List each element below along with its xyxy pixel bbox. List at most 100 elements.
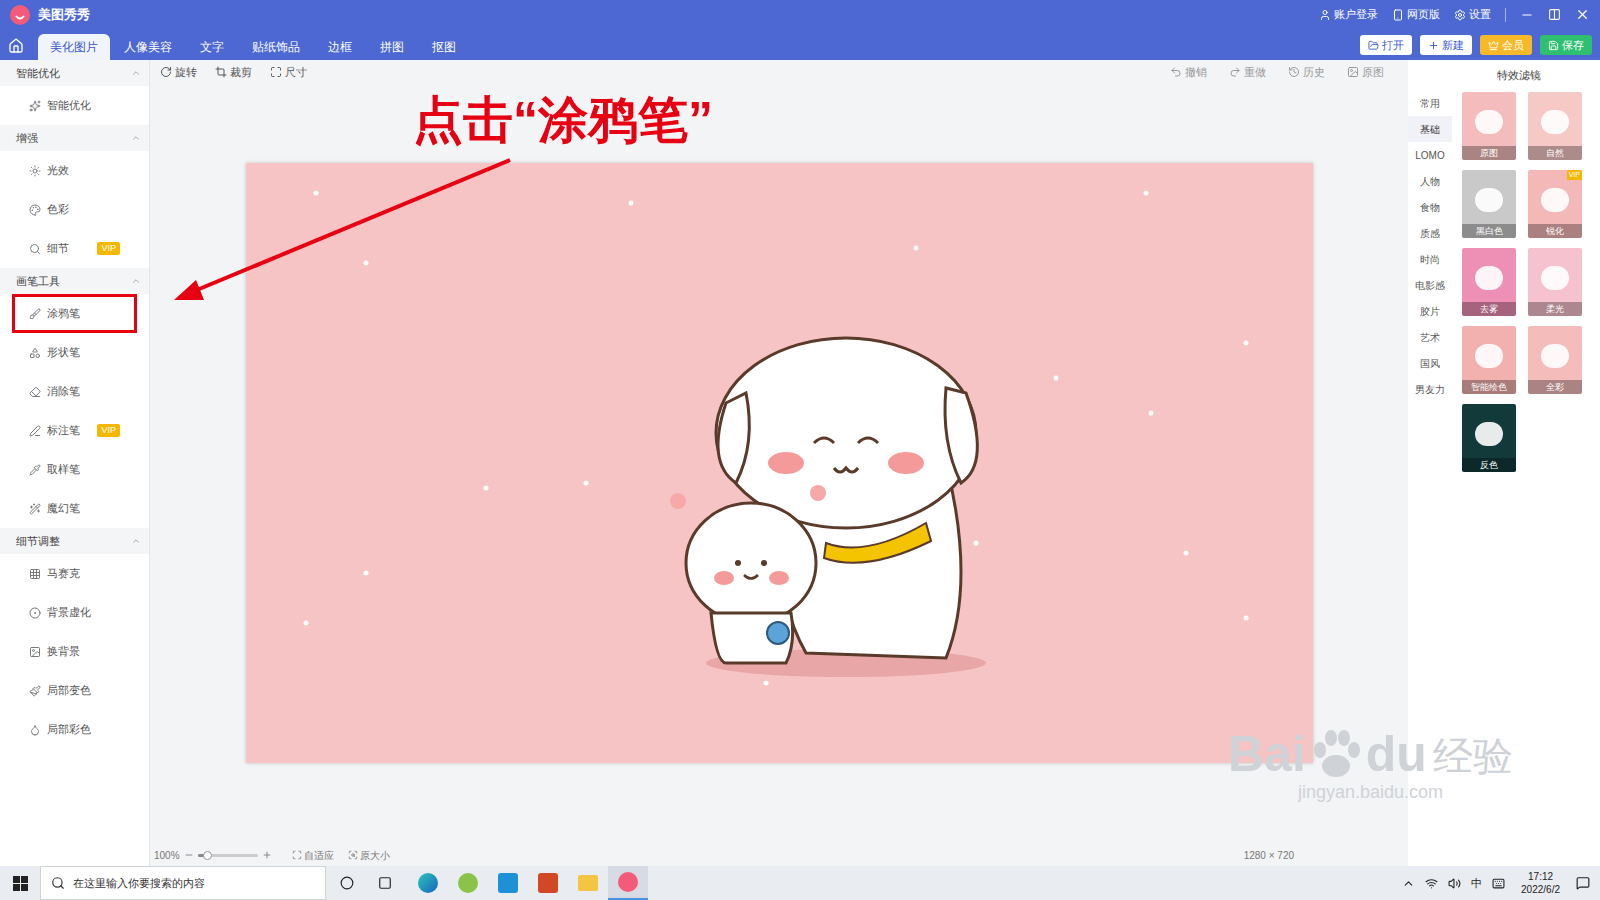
sidebar-item[interactable]: 智能优化	[12, 86, 137, 125]
sidebar-item[interactable]: 标注笔VIP	[12, 411, 137, 450]
sidebar-item[interactable]: 局部变色	[12, 671, 137, 710]
title-link[interactable]: 账户登录	[1319, 6, 1378, 23]
sidebar-item[interactable]: 局部彩色	[12, 710, 137, 749]
sidebar-section: 增强光效色彩细节VIP	[0, 125, 149, 268]
section-header[interactable]: 细节调整	[0, 528, 149, 554]
sidebar-item[interactable]: 消除笔	[12, 372, 137, 411]
actual-size-button[interactable]: 原大小	[348, 848, 390, 863]
filter-thumbnail[interactable]: 原图	[1462, 92, 1516, 160]
action-icon	[1368, 40, 1379, 51]
toolbar-button[interactable]: 尺寸	[270, 64, 307, 81]
sidebar-item[interactable]: 细节VIP	[12, 229, 137, 268]
filter-category[interactable]: 男友力	[1408, 376, 1452, 402]
main-tab[interactable]: 边框	[314, 34, 366, 60]
meitu-app-icon[interactable]	[608, 866, 648, 900]
sidebar-item[interactable]: 马赛克	[12, 554, 137, 593]
folder-app-icon[interactable]	[578, 875, 598, 891]
toolbar-button[interactable]: 重做	[1229, 64, 1266, 81]
sidebar-item[interactable]: 换背景	[12, 632, 137, 671]
powerpoint-app-icon[interactable]	[538, 873, 558, 893]
clock[interactable]: 17:122022/6/2	[1515, 870, 1566, 896]
zoom-out-icon[interactable]	[184, 850, 194, 860]
network-icon[interactable]	[1425, 877, 1438, 890]
sidebar-item[interactable]: 背景虚化	[12, 593, 137, 632]
sidebar-item[interactable]: 魔幻笔	[12, 489, 137, 528]
filter-thumbnail[interactable]: 黑白色	[1462, 170, 1516, 238]
sidebar-item[interactable]: 涂鸦笔	[12, 294, 137, 333]
store-app-icon[interactable]	[498, 873, 518, 893]
action-button[interactable]: 保存	[1540, 35, 1592, 55]
toolbar-icon	[215, 66, 227, 78]
filter-thumbnail[interactable]: 全彩	[1528, 326, 1582, 394]
sidebar-item[interactable]: 光效	[12, 151, 137, 190]
toolbar-icon	[1288, 66, 1300, 78]
toolbar-button[interactable]: 撤销	[1170, 64, 1207, 81]
main-tab[interactable]: 人像美容	[110, 34, 186, 60]
filter-label: 反色	[1462, 458, 1516, 472]
main-tab[interactable]: 美化图片	[38, 34, 110, 60]
filter-category[interactable]: LOMO	[1408, 142, 1452, 168]
filter-category[interactable]: 时尚	[1408, 246, 1452, 272]
canvas-area	[150, 84, 1408, 844]
toolbar-button[interactable]: 裁剪	[215, 64, 252, 81]
toolbar-button[interactable]: 旋转	[160, 64, 197, 81]
taskbar-search[interactable]: 在这里输入你要搜索的内容	[40, 866, 326, 900]
filter-thumbnail[interactable]: 锐化VIP	[1528, 170, 1582, 238]
toolbar-button[interactable]: 原图	[1347, 64, 1384, 81]
main-tab[interactable]: 拼图	[366, 34, 418, 60]
close-icon[interactable]	[1575, 7, 1590, 22]
cortana-icon[interactable]	[340, 876, 354, 890]
sidebar-item[interactable]: 形状笔	[12, 333, 137, 372]
action-button[interactable]: 会员	[1480, 35, 1532, 55]
section-header[interactable]: 画笔工具	[0, 268, 149, 294]
home-tab[interactable]	[8, 38, 24, 54]
toolbar-icon	[270, 66, 282, 78]
filter-category[interactable]: 质感	[1408, 220, 1452, 246]
zoom-in-icon[interactable]	[262, 850, 272, 860]
minimize-icon[interactable]	[1520, 8, 1534, 22]
filter-thumbnail[interactable]: 去雾	[1462, 248, 1516, 316]
restore-icon[interactable]	[1548, 8, 1561, 21]
filter-thumbnail[interactable]: 自然	[1528, 92, 1582, 160]
zoom-slider[interactable]	[198, 854, 258, 857]
tray-expand-icon[interactable]	[1402, 877, 1415, 890]
start-button[interactable]	[0, 866, 40, 900]
filter-category[interactable]: 电影感	[1408, 272, 1452, 298]
sidebar-item[interactable]: 取样笔	[12, 450, 137, 489]
ime-indicator[interactable]: 中	[1471, 875, 1482, 892]
app-icon[interactable]	[458, 873, 478, 893]
filter-category[interactable]: 食物	[1408, 194, 1452, 220]
filter-thumbnail[interactable]: 反色	[1462, 404, 1516, 472]
filter-category[interactable]: 胶片	[1408, 298, 1452, 324]
filter-category[interactable]: 基础	[1408, 116, 1452, 142]
filter-thumbnail[interactable]: 智能绘色	[1462, 326, 1516, 394]
main-tab[interactable]: 文字	[186, 34, 238, 60]
volume-icon[interactable]	[1448, 877, 1461, 890]
main-tab[interactable]: 抠图	[418, 34, 470, 60]
action-button[interactable]: 打开	[1360, 35, 1412, 55]
image-size: 1280 × 720	[1244, 848, 1294, 863]
tool-icon	[29, 503, 41, 515]
title-link[interactable]: 网页版	[1392, 6, 1440, 23]
task-view-icon[interactable]	[378, 876, 392, 890]
toolbar-button[interactable]: 历史	[1288, 64, 1325, 81]
sidebar-item[interactable]: 色彩	[12, 190, 137, 229]
notification-icon[interactable]	[1576, 876, 1590, 890]
canvas-image[interactable]	[246, 163, 1313, 763]
action-button[interactable]: 新建	[1420, 35, 1472, 55]
sidebar: 智能优化智能优化增强光效色彩细节VIP画笔工具涂鸦笔形状笔消除笔标注笔VIP取样…	[0, 60, 150, 866]
filter-category[interactable]: 国风	[1408, 350, 1452, 376]
filter-category[interactable]: 艺术	[1408, 324, 1452, 350]
tool-icon	[29, 308, 41, 320]
edge-app-icon[interactable]	[418, 873, 438, 893]
main-tab[interactable]: 贴纸饰品	[238, 34, 314, 60]
title-link[interactable]: 设置	[1454, 6, 1491, 23]
tool-icon	[29, 685, 41, 697]
section-header[interactable]: 智能优化	[0, 60, 149, 86]
section-header[interactable]: 增强	[0, 125, 149, 151]
fit-button[interactable]: 自适应	[292, 848, 334, 863]
filter-category[interactable]: 常用	[1408, 90, 1452, 116]
filter-thumbnail[interactable]: 柔光	[1528, 248, 1582, 316]
keyboard-icon[interactable]	[1492, 877, 1505, 890]
filter-category[interactable]: 人物	[1408, 168, 1452, 194]
